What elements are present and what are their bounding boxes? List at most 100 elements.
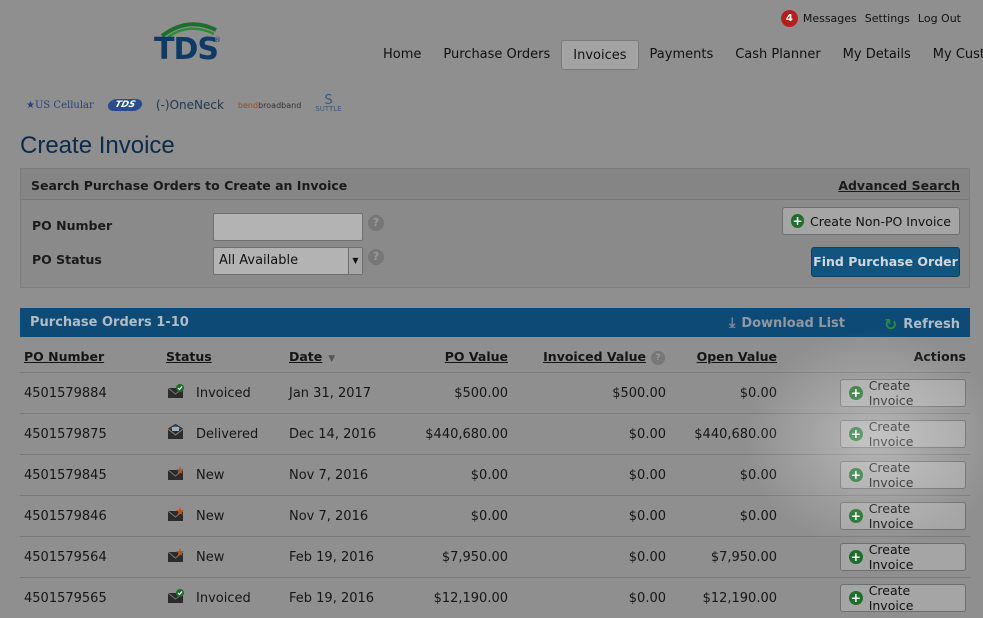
po-number-cell: 4501579884 — [24, 386, 107, 401]
po-number-label: PO Number — [32, 218, 113, 233]
status-cell: New — [196, 468, 225, 483]
oneneck-text: OneNeck — [169, 98, 224, 112]
plus-circle-icon: + — [849, 591, 863, 605]
plus-circle-icon: + — [849, 468, 863, 482]
brand-logos: ★US Cellular TDS (-)OneNeck bendbroadban… — [26, 93, 342, 117]
create-non-po-invoice-label: Create Non-PO Invoice — [810, 213, 951, 229]
po-value-cell: $500.00 — [454, 386, 508, 401]
us-cellular-text: US Cellular — [34, 99, 94, 111]
col-po-number[interactable]: PO Number — [24, 349, 104, 364]
invoiced-value-cell: $0.00 — [628, 550, 666, 565]
col-invoiced-value[interactable]: Invoiced Value? — [543, 349, 665, 365]
search-panel-header: Search Purchase Orders to Create an Invo… — [21, 169, 969, 200]
results-title: Purchase Orders 1-10 — [30, 315, 189, 330]
plus-circle-icon: + — [791, 214, 805, 228]
col-status[interactable]: Status — [166, 349, 212, 364]
plus-circle-icon: + — [849, 427, 863, 441]
find-purchase-order-button[interactable]: Find Purchase Order — [811, 247, 960, 277]
create-invoice-label: Create Invoice — [868, 501, 914, 531]
po-value-cell: $12,190.00 — [433, 591, 508, 606]
create-invoice-button[interactable]: + Create Invoice — [840, 460, 966, 490]
main-nav: Home Purchase Orders Invoices Payments C… — [372, 40, 983, 70]
table-row: 4501579564 New Feb 19, 2016 $7,950.00 $0… — [20, 537, 970, 578]
logo-text: TDS — [154, 32, 219, 67]
nav-cash-planner[interactable]: Cash Planner — [724, 40, 831, 70]
refresh-link[interactable]: ↻ Refresh — [884, 315, 960, 334]
open-value-cell: $0.00 — [739, 386, 777, 401]
po-number-cell: 4501579564 — [24, 550, 107, 565]
invoiced-value-help-icon[interactable]: ? — [651, 351, 665, 365]
messages-link[interactable]: 4 Messages — [780, 10, 857, 27]
po-status-help-icon[interactable]: ? — [368, 249, 384, 265]
create-non-po-invoice-button[interactable]: + Create Non-PO Invoice — [782, 207, 960, 235]
broadband-text: broadband — [258, 100, 302, 110]
col-po-value[interactable]: PO Value — [445, 349, 508, 364]
invoiced-value-cell: $500.00 — [612, 386, 666, 401]
create-invoice-button[interactable]: + Create Invoice — [840, 501, 966, 531]
logo-registered-mark: ® — [214, 36, 221, 44]
download-list-link[interactable]: ⤓ Download List — [729, 315, 845, 331]
status-cell: New — [196, 509, 225, 524]
suttle-logo: S SUTTLE — [315, 93, 341, 113]
date-cell: Jan 31, 2017 — [289, 386, 372, 401]
nav-purchase-orders[interactable]: Purchase Orders — [432, 40, 561, 70]
po-value-cell: $440,680.00 — [425, 427, 508, 442]
open-value-cell: $7,950.00 — [710, 550, 777, 565]
chevron-down-icon: ▼ — [348, 248, 362, 274]
suttle-s-mark: S — [324, 93, 333, 108]
create-invoice-button[interactable]: + Create Invoice — [840, 419, 966, 449]
advanced-search-link[interactable]: Advanced Search — [838, 178, 960, 193]
nav-payments[interactable]: Payments — [639, 40, 725, 70]
table-row: 4501579875 Delivered Dec 14, 2016 $440,6… — [20, 414, 970, 455]
col-actions: Actions — [913, 349, 966, 364]
create-invoice-label: Create Invoice — [868, 460, 914, 490]
open-value-cell: $12,190.00 — [702, 591, 777, 606]
invoiced-value-cell: $0.00 — [628, 509, 666, 524]
nav-home[interactable]: Home — [372, 40, 432, 70]
po-number-help-icon[interactable]: ? — [368, 215, 384, 231]
po-status-value: All Available — [219, 253, 299, 268]
search-panel: Search Purchase Orders to Create an Invo… — [20, 168, 970, 288]
date-cell: Feb 19, 2016 — [289, 591, 375, 606]
table-row: 4501579846 New Nov 7, 2016 $0.00 $0.00 $… — [20, 496, 970, 537]
table-header: PO Number Status Date ▼ PO Value Invoiced… — [20, 340, 970, 373]
nav-my-details[interactable]: My Details — [832, 40, 922, 70]
create-invoice-button[interactable]: + Create Invoice — [840, 542, 966, 572]
po-status-select[interactable]: All Available ▼ — [213, 247, 363, 275]
create-invoice-button[interactable]: + Create Invoice — [840, 583, 966, 613]
po-status-label: PO Status — [32, 252, 102, 267]
new-mail-icon — [167, 507, 184, 521]
oneneck-logo: (-)OneNeck — [156, 98, 224, 112]
col-date[interactable]: Date ▼ — [289, 349, 335, 364]
create-invoice-label: Create Invoice — [868, 378, 914, 408]
download-icon: ⤓ — [729, 315, 736, 331]
download-list-label: Download List — [741, 315, 845, 331]
po-number-cell: 4501579875 — [24, 427, 107, 442]
open-value-cell: $0.00 — [739, 509, 777, 524]
status-cell: Delivered — [196, 427, 259, 442]
po-number-cell: 4501579846 — [24, 509, 107, 524]
nav-invoices[interactable]: Invoices — [561, 40, 639, 70]
nav-my-customer[interactable]: My Customer — [922, 40, 983, 70]
tds-logo[interactable]: TDS ® — [152, 18, 224, 67]
invoiced-value-cell: $0.00 — [628, 427, 666, 442]
po-number-cell: 4501579565 — [24, 591, 107, 606]
invoiced-value-cell: $0.00 — [628, 591, 666, 606]
create-invoice-button[interactable]: + Create Invoice — [840, 378, 966, 408]
col-invoiced-value-label: Invoiced Value — [543, 349, 646, 364]
logout-link[interactable]: Log Out — [918, 12, 961, 25]
bend-broadband-logo: bendbroadband — [238, 101, 301, 110]
col-date-label: Date — [289, 349, 323, 364]
page-title: Create Invoice — [20, 132, 175, 159]
messages-count-badge: 4 — [780, 10, 798, 27]
delivered-mail-icon — [167, 424, 184, 439]
plus-circle-icon: + — [849, 509, 863, 523]
messages-label: Messages — [802, 12, 857, 25]
invoiced-mail-icon — [167, 589, 184, 603]
col-open-value[interactable]: Open Value — [697, 349, 777, 364]
settings-link[interactable]: Settings — [865, 12, 910, 25]
po-value-cell: $7,950.00 — [441, 550, 508, 565]
po-value-cell: $0.00 — [470, 509, 508, 524]
po-number-input[interactable] — [213, 213, 363, 241]
table-row: 4501579565 Invoiced Feb 19, 2016 $12,190… — [20, 578, 970, 618]
